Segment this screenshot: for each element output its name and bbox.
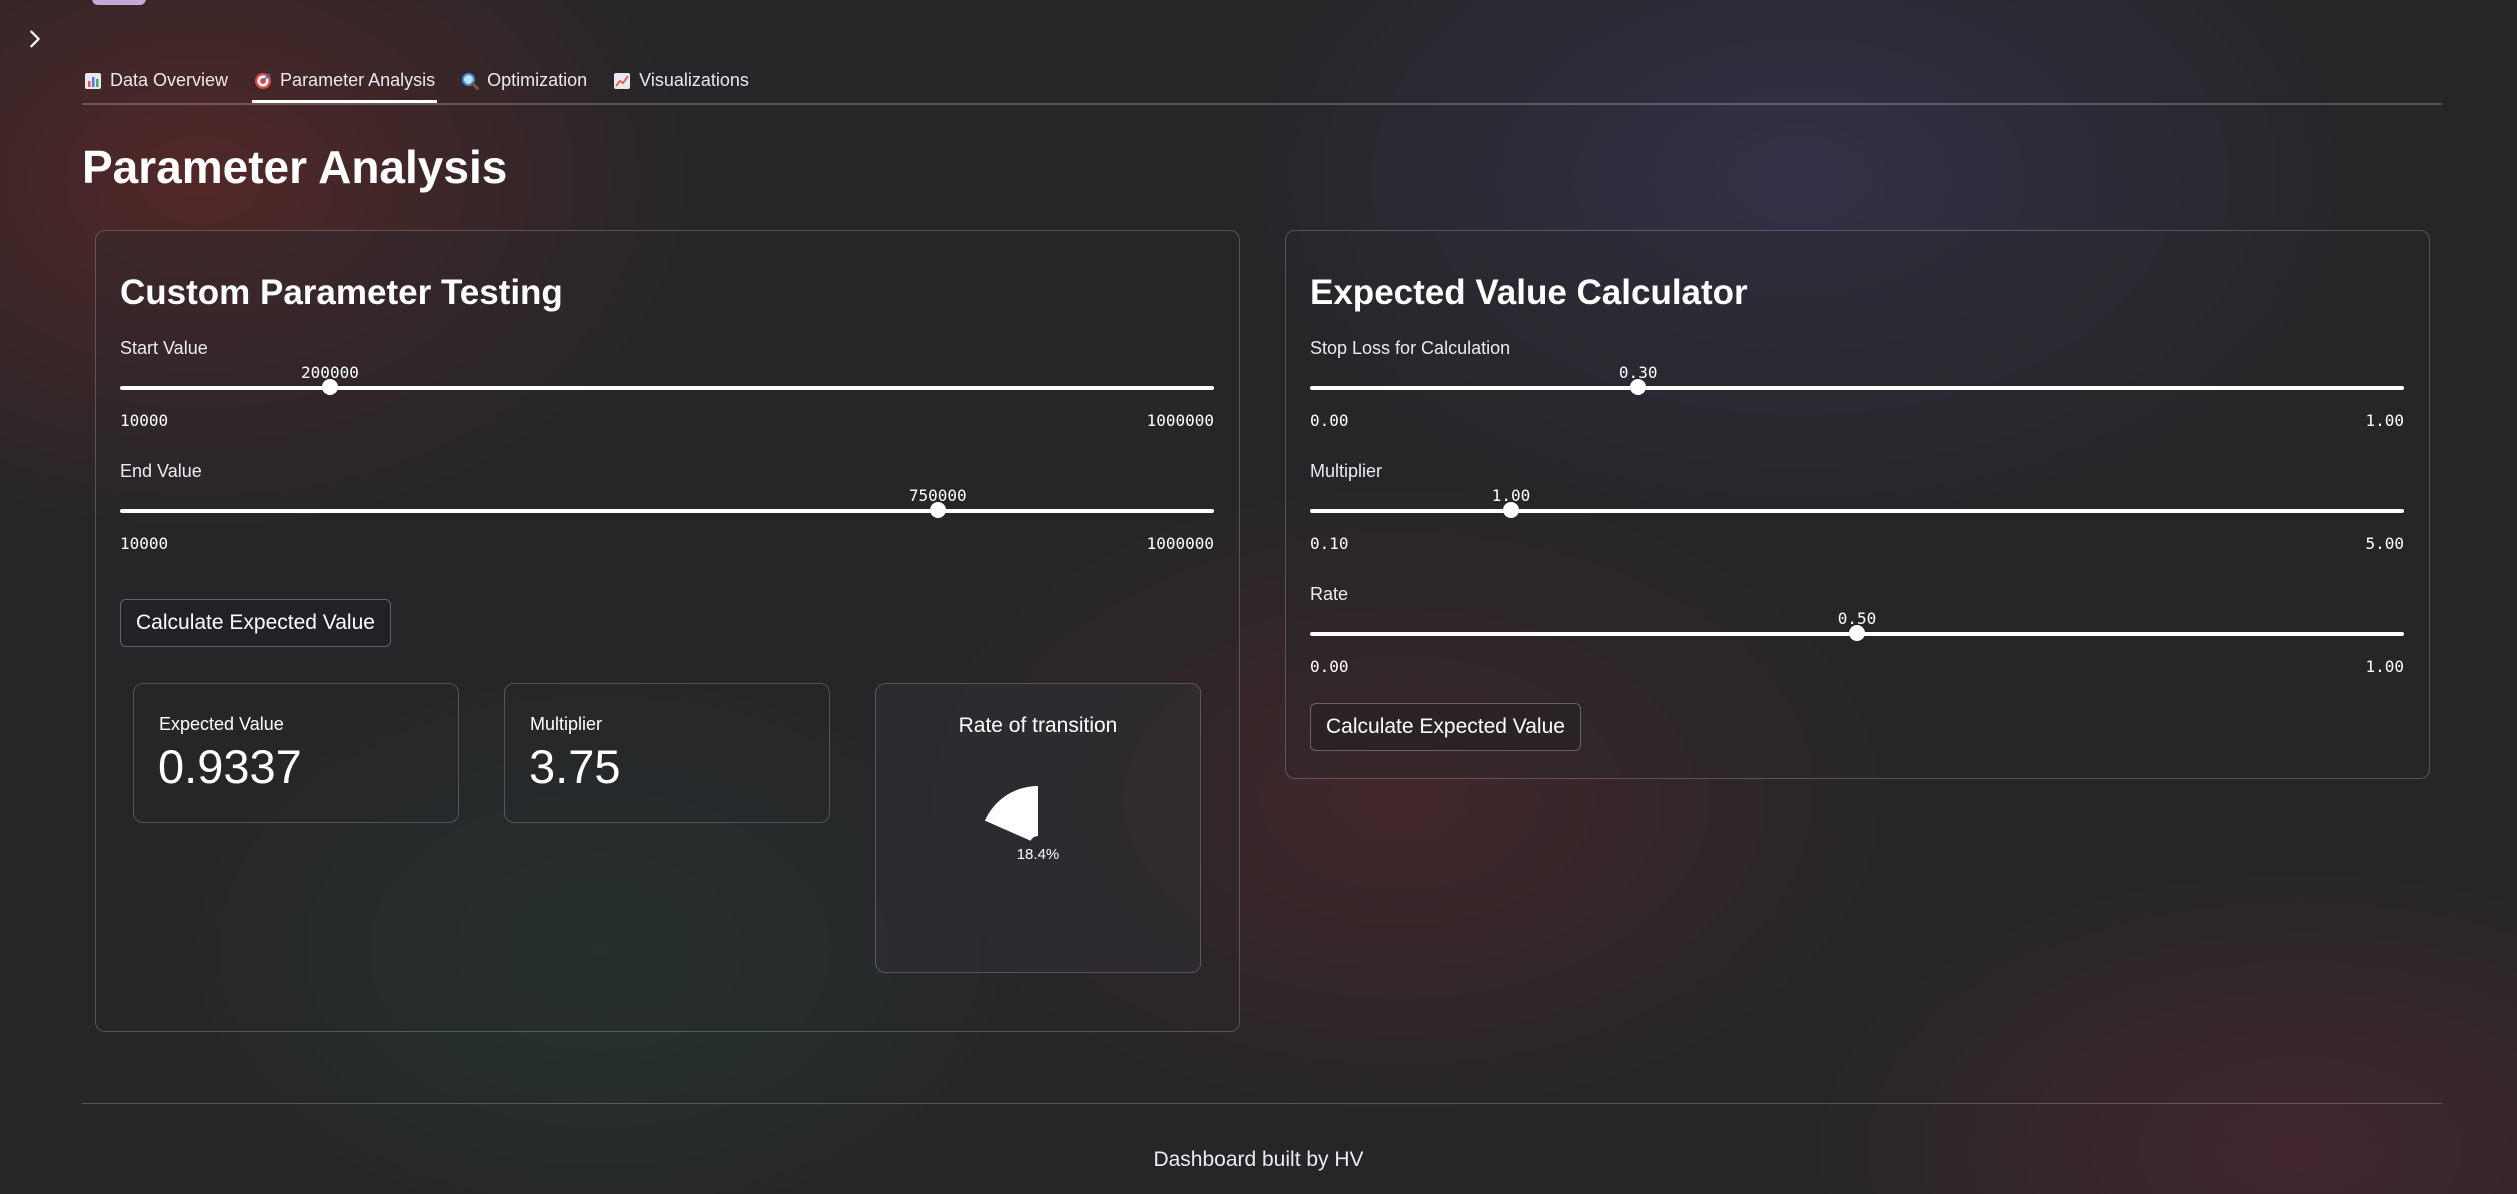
line-chart-icon bbox=[614, 72, 631, 89]
gauge-percent-label: 18.4% bbox=[1017, 846, 1060, 863]
slider-min-label: 0.10 bbox=[1310, 534, 1349, 553]
slider-min-label: 10000 bbox=[120, 534, 169, 553]
footer-divider bbox=[82, 1103, 2442, 1104]
gauge-wedge bbox=[984, 786, 1038, 841]
target-icon bbox=[255, 72, 272, 89]
page-title: Parameter Analysis bbox=[82, 141, 508, 193]
sidebar-expand-button[interactable] bbox=[20, 24, 50, 54]
slider-thumb[interactable] bbox=[1502, 502, 1519, 518]
slider-max-label: 1000000 bbox=[1146, 411, 1214, 430]
metric-label: Expected Value bbox=[159, 714, 284, 734]
slider-thumb[interactable] bbox=[1630, 379, 1647, 395]
tab-optimization[interactable]: Optimization bbox=[459, 60, 589, 101]
slider-track[interactable] bbox=[1310, 386, 2404, 390]
metric-value: 3.75 bbox=[529, 740, 621, 793]
sidebar-header-stub bbox=[92, 0, 146, 5]
rate-of-transition-gauge: Rate of transition 18.4% bbox=[875, 683, 1201, 973]
slider-label: Start Value bbox=[120, 338, 208, 358]
end-value-slider[interactable]: End Value 750000 10000 1000000 bbox=[120, 461, 1214, 561]
slider-min-label: 0.00 bbox=[1310, 411, 1349, 430]
card-title: Expected Value Calculator bbox=[1310, 273, 1748, 312]
slider-thumb[interactable] bbox=[1849, 625, 1865, 641]
slider-label: Rate bbox=[1310, 584, 1349, 604]
slider-thumb[interactable] bbox=[929, 502, 946, 518]
tab-visualizations[interactable]: Visualizations bbox=[611, 60, 751, 101]
bar-chart-icon bbox=[85, 72, 101, 89]
slider-max-label: 5.00 bbox=[2365, 534, 2404, 553]
slider-max-label: 1.00 bbox=[2365, 657, 2404, 676]
slider-track[interactable] bbox=[1310, 509, 2404, 513]
chevron-right-icon bbox=[30, 30, 40, 48]
expected-value-metric: Expected Value 0.9337 bbox=[133, 683, 459, 823]
slider-min-label: 10000 bbox=[120, 411, 169, 430]
slider-label: End Value bbox=[120, 461, 202, 481]
footer-text: Dashboard built by HV bbox=[1153, 1148, 1364, 1171]
tab-parameter-analysis[interactable]: Parameter Analysis bbox=[252, 60, 438, 103]
metric-label: Multiplier bbox=[530, 714, 603, 734]
slider-label: Stop Loss for Calculation bbox=[1310, 338, 1511, 358]
slider-max-label: 1000000 bbox=[1146, 534, 1214, 553]
rate-slider[interactable]: Rate 0.50 0.00 1.00 bbox=[1310, 584, 2404, 684]
stop-loss-slider[interactable]: Stop Loss for Calculation 0.30 0.00 1.00 bbox=[1310, 338, 2404, 438]
expected-value-calculator-card: Expected Value Calculator Stop Loss for … bbox=[1285, 230, 2430, 779]
start-value-slider[interactable]: Start Value 200000 10000 1000000 bbox=[120, 338, 1214, 438]
gauge-chart: 18.4% bbox=[984, 786, 1060, 863]
slider-min-label: 0.00 bbox=[1310, 657, 1349, 676]
tab-label: Data Overview bbox=[110, 70, 229, 90]
slider-label: Multiplier bbox=[1310, 461, 1383, 481]
multiplier-metric: Multiplier 3.75 bbox=[504, 683, 830, 823]
tab-data-overview[interactable]: Data Overview bbox=[82, 60, 230, 101]
calculate-expected-value-button[interactable]: Calculate Expected Value bbox=[1310, 703, 1581, 751]
magnifier-icon bbox=[462, 72, 480, 90]
metric-value: 0.9337 bbox=[158, 740, 302, 793]
slider-track[interactable] bbox=[120, 386, 1214, 390]
card-title: Custom Parameter Testing bbox=[120, 273, 563, 312]
tab-label: Optimization bbox=[487, 70, 588, 90]
slider-track[interactable] bbox=[120, 509, 1214, 513]
calculate-expected-value-button[interactable]: Calculate Expected Value bbox=[120, 599, 391, 647]
tab-bar: Data Overview Parameter Analysis Optimiz… bbox=[82, 60, 2442, 105]
tab-label: Parameter Analysis bbox=[280, 70, 436, 90]
slider-thumb[interactable] bbox=[321, 379, 338, 395]
slider-max-label: 1.00 bbox=[2365, 411, 2404, 430]
custom-parameter-testing-card: Custom Parameter Testing Start Value 200… bbox=[95, 230, 1240, 1032]
tab-label: Visualizations bbox=[639, 70, 749, 90]
multiplier-slider[interactable]: Multiplier 1.00 0.10 5.00 bbox=[1310, 461, 2404, 561]
